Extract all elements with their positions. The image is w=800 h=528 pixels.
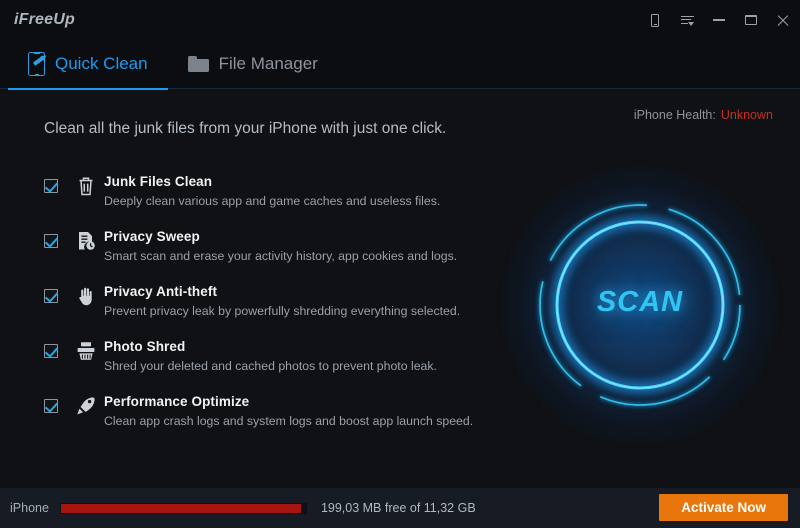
option-desc: Shred your deleted and cached photos to … (104, 359, 437, 373)
storage-progress-fill (60, 503, 302, 513)
title-bar: iFreeUp (0, 0, 800, 40)
list-item[interactable]: Photo Shred Shred your deleted and cache… (44, 338, 474, 393)
list-item[interactable]: Privacy Anti-theft Prevent privacy leak … (44, 283, 474, 338)
device-icon[interactable] (648, 13, 662, 27)
tab-file-manager[interactable]: File Manager (168, 40, 338, 89)
tab-quick-clean[interactable]: Quick Clean (8, 40, 168, 90)
tab-file-manager-label: File Manager (218, 54, 318, 73)
iphone-health-label: iPhone Health: (633, 108, 716, 122)
phone-brush-icon (28, 52, 45, 76)
checkbox-privacy-sweep[interactable] (44, 234, 58, 248)
iphone-health-value: Unknown (720, 108, 773, 122)
checkbox-performance-optimize[interactable] (44, 399, 58, 413)
option-title: Privacy Sweep (104, 229, 200, 244)
option-desc: Clean app crash logs and system logs and… (104, 414, 474, 428)
hand-stop-icon (74, 284, 98, 308)
document-clock-icon (74, 229, 98, 253)
close-button[interactable] (776, 13, 790, 27)
storage-text: 199,03 MB free of 11,32 GB (320, 501, 476, 515)
iphone-health: iPhone Health: Unknown (634, 108, 773, 122)
option-desc: Deeply clean various app and game caches… (104, 194, 441, 208)
rocket-icon (74, 394, 98, 418)
tab-bar: Quick Clean File Manager (0, 40, 800, 90)
trash-icon (74, 174, 98, 198)
tab-quick-clean-label: Quick Clean (55, 54, 148, 73)
option-desc: Smart scan and erase your activity histo… (104, 249, 458, 263)
folder-icon (187, 56, 209, 72)
page-headline: Clean all the junk files from your iPhon… (44, 120, 447, 137)
maximize-button[interactable] (744, 13, 758, 27)
minimize-button[interactable] (712, 13, 726, 27)
ifreeup-window: iFreeUp Quick Clean File Manager iPhone … (0, 0, 800, 528)
list-item[interactable]: Performance Optimize Clean app crash log… (44, 393, 474, 448)
checkbox-junk-files-clean[interactable] (44, 179, 58, 193)
checkbox-photo-shred[interactable] (44, 344, 58, 358)
list-item[interactable]: Privacy Sweep Smart scan and erase your … (44, 228, 474, 283)
status-bar: iPhone 199,03 MB free of 11,32 GB Activa… (0, 488, 800, 528)
shredder-icon (74, 339, 98, 363)
app-logo: iFreeUp (14, 11, 75, 28)
clean-options-list: Junk Files Clean Deeply clean various ap… (44, 173, 474, 448)
device-label: iPhone (10, 501, 49, 515)
option-desc: Prevent privacy leak by powerfully shred… (104, 304, 461, 318)
menu-icon[interactable] (680, 13, 694, 27)
list-item[interactable]: Junk Files Clean Deeply clean various ap… (44, 173, 474, 228)
option-title: Junk Files Clean (104, 174, 213, 189)
scan-button[interactable]: SCAN (490, 150, 790, 460)
option-title: Photo Shred (104, 339, 186, 354)
option-title: Privacy Anti-theft (104, 284, 218, 299)
option-title: Performance Optimize (104, 394, 250, 409)
window-controls (648, 0, 790, 40)
scan-label[interactable]: SCAN (490, 286, 790, 319)
checkbox-privacy-anti-theft[interactable] (44, 289, 58, 303)
storage-progress-bar (59, 502, 307, 514)
activate-now-button[interactable]: Activate Now (659, 494, 788, 521)
